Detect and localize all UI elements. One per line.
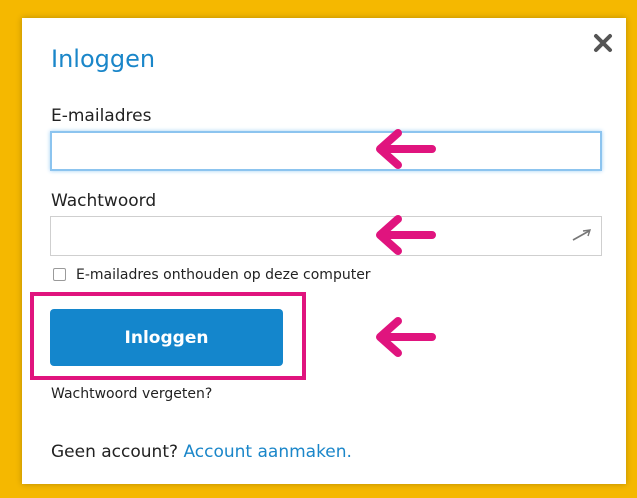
email-label: E-mailadres [51,106,152,126]
password-label: Wachtwoord [51,191,157,211]
remember-label: E-mailadres onthouden op deze computer [76,267,371,283]
no-account-text: Geen account? [51,442,179,462]
arrow-left-icon [376,317,436,357]
password-field[interactable] [50,216,602,256]
email-field[interactable] [50,131,602,171]
arrow-left-icon [376,129,436,169]
no-account-line: Geen account? Account aanmaken. [51,442,352,462]
close-icon[interactable] [593,33,613,53]
arrow-left-icon [376,215,436,255]
forgot-password-link[interactable]: Wachtwoord vergeten? [51,385,212,403]
login-button[interactable]: Inloggen [50,309,283,366]
key-icon[interactable] [570,227,594,243]
dialog-title: Inloggen [51,45,156,73]
remember-checkbox[interactable] [53,268,66,281]
create-account-link[interactable]: Account aanmaken. [183,442,352,462]
